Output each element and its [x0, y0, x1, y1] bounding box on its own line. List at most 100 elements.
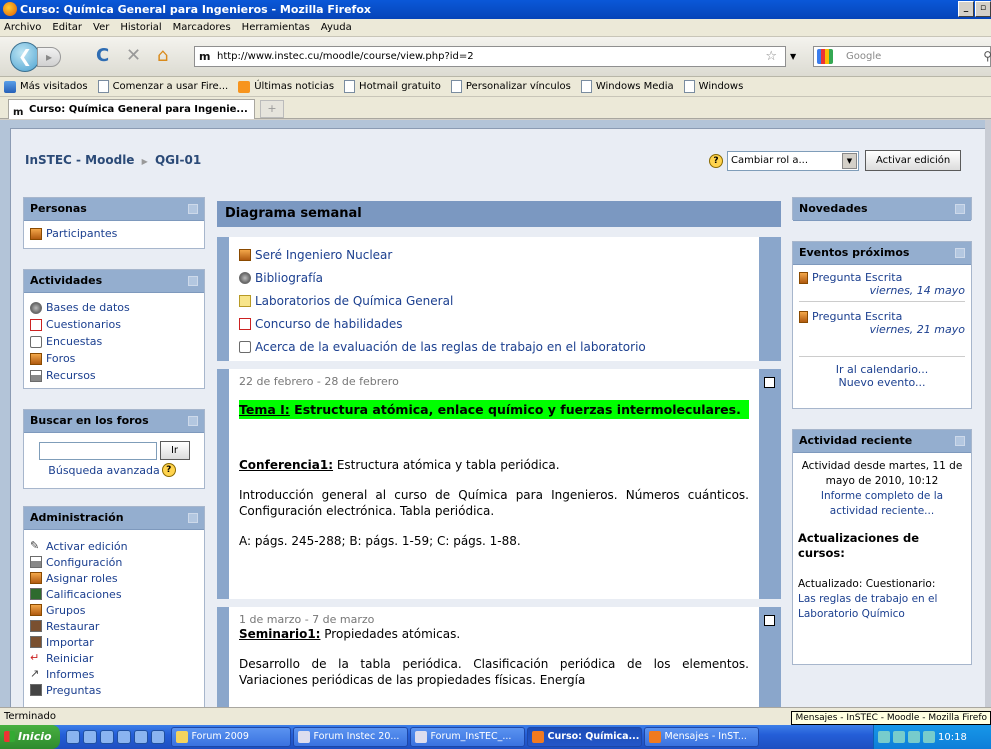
- menu-herramientas[interactable]: Herramientas: [242, 22, 310, 33]
- event-icon: [799, 271, 808, 284]
- tray-icon[interactable]: [878, 731, 890, 743]
- collapse-icon[interactable]: [188, 416, 198, 426]
- help-icon[interactable]: ?: [709, 153, 723, 168]
- home-icon[interactable]: ⌂: [157, 46, 168, 66]
- link-label: Preguntas: [46, 683, 102, 697]
- tray-icon[interactable]: [923, 731, 935, 743]
- menu-bar: Archivo Editar Ver Historial Marcadores …: [0, 19, 991, 37]
- collapse-icon[interactable]: [955, 248, 965, 258]
- full-report-link[interactable]: Informe completo de la actividad recient…: [798, 489, 966, 519]
- tray-icon[interactable]: [893, 731, 905, 743]
- quicklaunch-app-icon[interactable]: [133, 730, 148, 744]
- quicklaunch-app-icon[interactable]: [150, 730, 165, 744]
- menu-archivo[interactable]: Archivo: [4, 22, 41, 33]
- admin-preguntas[interactable]: Preguntas: [30, 682, 198, 698]
- back-button[interactable]: ❮: [10, 42, 40, 72]
- admin-configuracion[interactable]: Configuración: [30, 554, 198, 570]
- reload-icon[interactable]: C: [96, 46, 109, 66]
- admin-informes[interactable]: ↗ Informes: [30, 666, 198, 682]
- new-tab-button[interactable]: +: [260, 100, 284, 118]
- menu-marcadores[interactable]: Marcadores: [173, 22, 231, 33]
- updated-quiz-link[interactable]: Las reglas de trabajo en el Laboratorio …: [798, 592, 966, 622]
- vertical-scrollbar[interactable]: [985, 120, 991, 707]
- breadcrumb-site[interactable]: InSTEC - Moodle: [25, 153, 134, 167]
- collapse-icon[interactable]: [188, 513, 198, 523]
- url-bar[interactable]: m http://www.instec.cu/moodle/course/vie…: [194, 46, 786, 67]
- admin-importar[interactable]: Importar: [30, 634, 198, 650]
- bookmark-hotmail[interactable]: Hotmail gratuito: [344, 80, 441, 93]
- tab-curso[interactable]: m Curso: Química General para Ingenie...: [8, 99, 255, 119]
- bookmark-star-icon[interactable]: ☆: [765, 47, 777, 66]
- bookmark-comenzar[interactable]: Comenzar a usar Fire...: [97, 80, 228, 93]
- tab-label: Curso: Química General para Ingenie...: [29, 104, 248, 115]
- collapse-icon[interactable]: [955, 436, 965, 446]
- block-actividad-reciente: Actividad reciente Actividad desde marte…: [792, 429, 972, 665]
- admin-calificaciones[interactable]: Calificaciones: [30, 586, 198, 602]
- forum-search-button[interactable]: Ir: [159, 441, 190, 460]
- groups-icon: [30, 604, 42, 616]
- quicklaunch-app-icon[interactable]: [99, 730, 114, 744]
- bookmark-mas-visitados[interactable]: Más visitados: [4, 80, 88, 93]
- stop-icon[interactable]: ✕: [126, 46, 141, 66]
- help-icon[interactable]: ?: [161, 463, 176, 477]
- event-link[interactable]: Pregunta Escrita: [799, 310, 965, 323]
- highlight-checkbox[interactable]: [764, 377, 775, 388]
- admin-restaurar[interactable]: Restaurar: [30, 618, 198, 634]
- new-event-link[interactable]: Nuevo evento...: [799, 376, 965, 389]
- quicklaunch-app-icon[interactable]: [116, 730, 131, 744]
- quicklaunch-app-icon[interactable]: [65, 730, 80, 744]
- link-bases-de-datos[interactable]: Bases de datos: [30, 299, 198, 316]
- menu-ver[interactable]: Ver: [93, 22, 109, 33]
- admin-activar-edicion[interactable]: ✎ Activar edición: [30, 538, 198, 554]
- role-select[interactable]: Cambiar rol a... ▼: [727, 150, 859, 171]
- admin-grupos[interactable]: Grupos: [30, 602, 198, 618]
- start-button[interactable]: Inicio: [0, 725, 60, 749]
- link-laboratorios[interactable]: Laboratorios de Química General: [239, 289, 749, 312]
- maximize-button[interactable]: ▫: [975, 1, 991, 17]
- edit-mode-button[interactable]: Activar edición: [865, 150, 962, 171]
- bookmark-label: Windows: [698, 81, 744, 92]
- advanced-search-link[interactable]: Búsqueda avanzada ?: [30, 463, 198, 477]
- admin-asignar-roles[interactable]: Asignar roles: [30, 570, 198, 586]
- word-icon: [297, 731, 310, 743]
- week-date: 1 de marzo - 7 de marzo: [239, 613, 375, 626]
- expand-icon[interactable]: [955, 204, 965, 214]
- tray-icon[interactable]: [908, 731, 920, 743]
- url-dropdown-icon[interactable]: ▼: [790, 46, 804, 67]
- taskbar-item[interactable]: Forum Instec 20...: [292, 727, 408, 747]
- bookmark-personalizar[interactable]: Personalizar vínculos: [450, 80, 571, 93]
- link-cuestionarios[interactable]: Cuestionarios: [30, 316, 198, 333]
- quicklaunch-app-icon[interactable]: [82, 730, 97, 744]
- taskbar-item[interactable]: Forum_InsTEC_...: [409, 727, 525, 747]
- seminar-label: Seminario1:: [239, 627, 321, 641]
- bookmark-windows[interactable]: Windows: [683, 80, 744, 93]
- bookmark-label: Más visitados: [20, 81, 88, 92]
- admin-reiniciar[interactable]: ↵ Reiniciar: [30, 650, 198, 666]
- link-bibliografia[interactable]: Bibliografía: [239, 266, 749, 289]
- link-sere-ingeniero[interactable]: Seré Ingeniero Nuclear: [239, 243, 749, 266]
- link-participantes[interactable]: Participantes: [30, 225, 198, 242]
- taskbar-item[interactable]: Mensajes - InST...: [643, 727, 759, 747]
- menu-editar[interactable]: Editar: [52, 22, 82, 33]
- link-concurso[interactable]: Concurso de habilidades: [239, 312, 749, 335]
- menu-historial[interactable]: Historial: [120, 22, 161, 33]
- link-foros[interactable]: Foros: [30, 350, 198, 367]
- link-acerca-evaluacion[interactable]: Acerca de la evaluación de las reglas de…: [239, 335, 749, 358]
- collapse-icon[interactable]: [188, 276, 198, 286]
- event-link[interactable]: Pregunta Escrita: [799, 271, 965, 284]
- link-encuestas[interactable]: Encuestas: [30, 333, 198, 350]
- calendar-link[interactable]: Ir al calendario...: [799, 356, 965, 376]
- minimize-button[interactable]: _: [958, 1, 974, 17]
- link-recursos[interactable]: Recursos: [30, 367, 198, 384]
- taskbar-item[interactable]: Curso: Química...: [526, 727, 642, 747]
- bookmark-ultimas-noticias[interactable]: Últimas noticias: [238, 80, 334, 93]
- search-icon[interactable]: ⚲: [983, 47, 991, 66]
- forum-search-input[interactable]: [38, 441, 157, 460]
- forward-button[interactable]: ▸: [37, 47, 61, 67]
- menu-ayuda[interactable]: Ayuda: [321, 22, 352, 33]
- bookmark-windows-media[interactable]: Windows Media: [580, 80, 674, 93]
- taskbar-item[interactable]: Forum 2009: [170, 727, 291, 747]
- search-box[interactable]: Google ⚲: [813, 46, 991, 67]
- collapse-icon[interactable]: [188, 204, 198, 214]
- highlight-checkbox[interactable]: [764, 615, 775, 626]
